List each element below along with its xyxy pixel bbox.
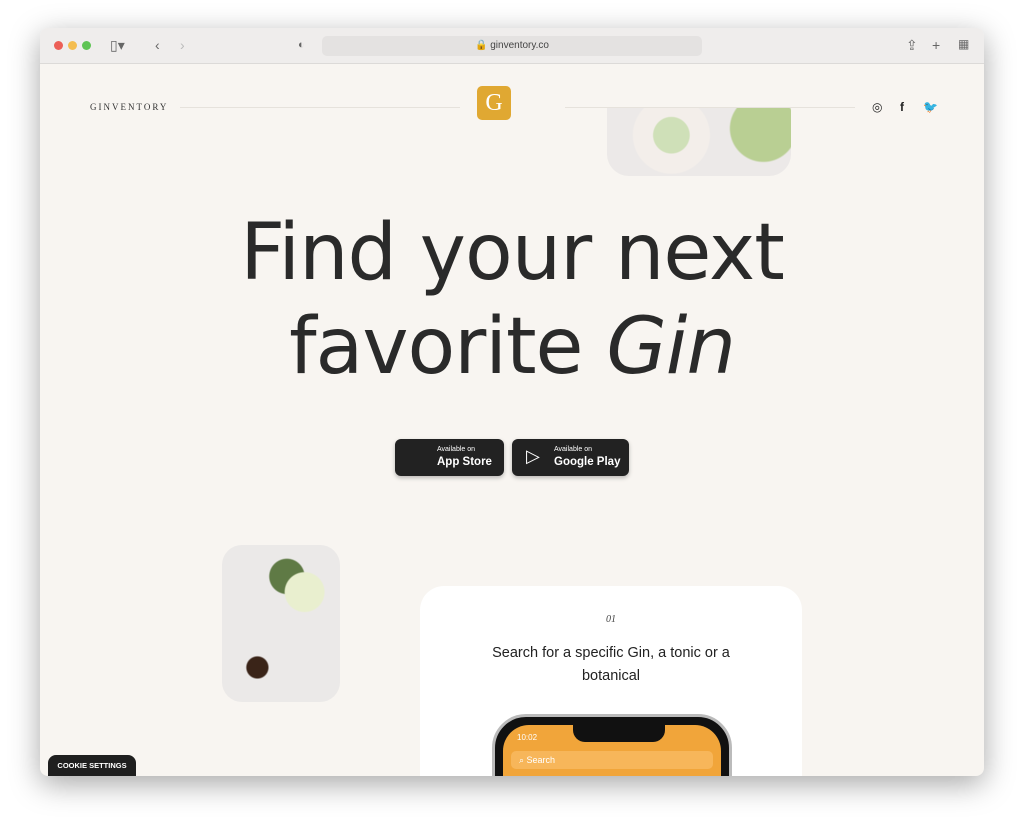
address-bar[interactable]: 🔒 ginventory.co [322, 36, 702, 56]
cookie-settings-button[interactable]: COOKIE SETTINGS [48, 755, 136, 776]
browser-toolbar: ▯▾ ‹ › ◐ 🔒 ginventory.co ⇪ + ▦ [40, 28, 984, 64]
phone-mockup: 10:02 ⌕ Search [492, 714, 732, 776]
tabs-overview-icon[interactable]: ▦ [958, 37, 969, 51]
minimize-button[interactable] [68, 41, 77, 50]
new-tab-icon[interactable]: + [932, 37, 940, 53]
hero-title: Find your next favorite Gin [40, 206, 984, 394]
forward-icon[interactable]: › [180, 37, 185, 53]
sidebar-icon[interactable]: ▯▾ [110, 37, 125, 54]
gin-photo [607, 108, 791, 176]
phone-time: 10:02 [517, 733, 538, 742]
step-card: 01 Search for a specific Gin, a tonic or… [420, 586, 802, 776]
botanicals-photo [222, 545, 340, 702]
play-icon: ▷ [526, 446, 540, 466]
google-play-button[interactable]: ▷ Available on Google Play [512, 439, 629, 476]
close-button[interactable] [54, 41, 63, 50]
phone-search: ⌕ Search [511, 751, 713, 769]
hero-line-1: Find your next [240, 208, 785, 298]
store-small-label: Available on [554, 446, 593, 453]
phone-search-placeholder: Search [526, 755, 556, 765]
url-text: ginventory.co [490, 40, 549, 51]
browser-window: ▯▾ ‹ › ◐ 🔒 ginventory.co ⇪ + ▦ GINVENTOR… [40, 28, 984, 776]
hero-italic-word: Gin [606, 302, 736, 392]
facebook-icon[interactable]: f [900, 100, 904, 114]
logo[interactable]: G [477, 86, 511, 120]
store-small-label: Available on [437, 446, 476, 453]
app-store-button[interactable]: Available on App Store [395, 439, 504, 476]
zoom-button[interactable] [82, 41, 91, 50]
back-icon[interactable]: ‹ [155, 37, 160, 53]
twitter-icon[interactable]: 🐦 [923, 100, 938, 114]
share-icon[interactable]: ⇪ [906, 37, 918, 54]
store-label: App Store [437, 456, 492, 468]
step-text: Search for a specific Gin, a tonic or a … [492, 645, 730, 684]
instagram-icon[interactable]: ◎ [872, 100, 882, 114]
store-label: Google Play [554, 456, 621, 468]
hero-line-2: favorite [289, 302, 607, 392]
step-number: 01 [606, 614, 616, 625]
shield-icon[interactable]: ◐ [298, 39, 305, 51]
brand-name[interactable]: GINVENTORY [90, 102, 168, 112]
divider [180, 107, 460, 108]
